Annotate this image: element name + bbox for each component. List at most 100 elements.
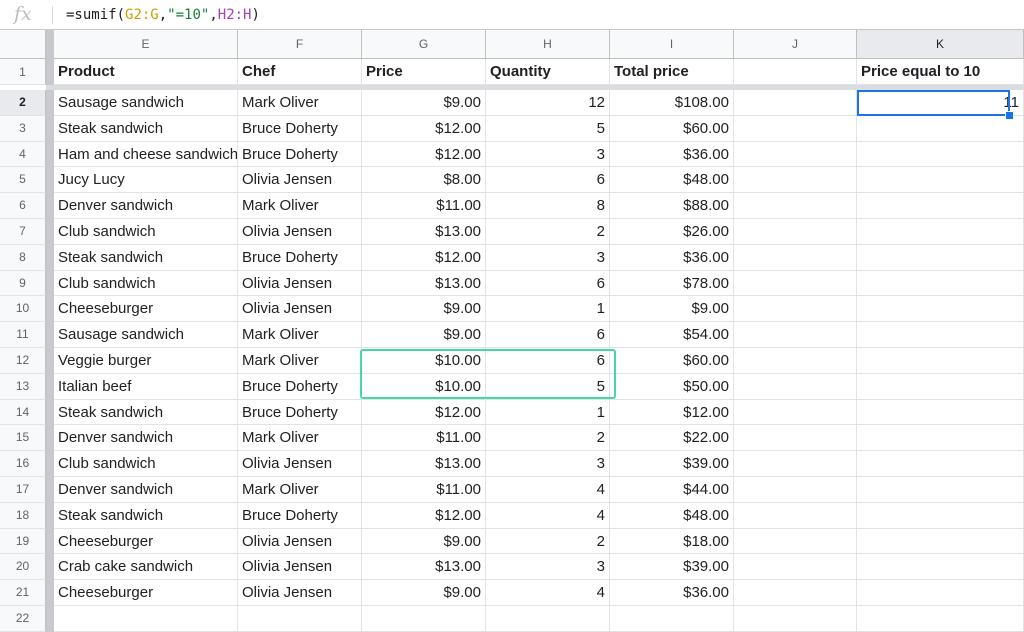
- empty-cell[interactable]: [857, 193, 1024, 219]
- cell-quantity[interactable]: 4: [486, 503, 610, 529]
- cell-price[interactable]: $9.00: [362, 322, 486, 348]
- row-header-14[interactable]: 14: [0, 400, 46, 426]
- cell-product[interactable]: Italian beef: [54, 374, 238, 400]
- cell-chef[interactable]: Olivia Jensen: [238, 167, 362, 193]
- cell-product[interactable]: Cheeseburger: [54, 296, 238, 322]
- cell-product[interactable]: Denver sandwich: [54, 425, 238, 451]
- cell-price[interactable]: $13.00: [362, 554, 486, 580]
- header-cell-total-price[interactable]: Total price: [610, 59, 734, 85]
- cell-total-price[interactable]: $78.00: [610, 271, 734, 297]
- cell-price[interactable]: $12.00: [362, 503, 486, 529]
- column-header-i[interactable]: I: [610, 30, 734, 59]
- cell-product[interactable]: Veggie burger: [54, 348, 238, 374]
- cell-quantity[interactable]: 6: [486, 322, 610, 348]
- empty-cell[interactable]: [857, 348, 1024, 374]
- cell-quantity[interactable]: 3: [486, 142, 610, 168]
- cell-quantity[interactable]: 12: [486, 90, 610, 116]
- cell-chef[interactable]: Mark Oliver: [238, 477, 362, 503]
- empty-cell[interactable]: [734, 245, 857, 271]
- empty-cell[interactable]: [610, 606, 734, 632]
- cell-total-price[interactable]: $39.00: [610, 554, 734, 580]
- empty-cell[interactable]: [857, 400, 1024, 426]
- empty-cell[interactable]: [857, 554, 1024, 580]
- cell-total-price[interactable]: $60.00: [610, 348, 734, 374]
- cell-quantity[interactable]: 1: [486, 400, 610, 426]
- cell-total-price[interactable]: $18.00: [610, 529, 734, 555]
- select-all-corner[interactable]: [0, 30, 46, 59]
- cell-price[interactable]: $12.00: [362, 116, 486, 142]
- empty-cell[interactable]: [857, 580, 1024, 606]
- cell-quantity[interactable]: 8: [486, 193, 610, 219]
- column-header-f[interactable]: F: [238, 30, 362, 59]
- cell-quantity[interactable]: 6: [486, 271, 610, 297]
- row-header-8[interactable]: 8: [0, 245, 46, 271]
- row-header-9[interactable]: 9: [0, 271, 46, 297]
- empty-cell[interactable]: [857, 425, 1024, 451]
- empty-cell[interactable]: [857, 451, 1024, 477]
- cell-product[interactable]: Steak sandwich: [54, 503, 238, 529]
- empty-cell[interactable]: [857, 219, 1024, 245]
- cell-product[interactable]: Steak sandwich: [54, 245, 238, 271]
- empty-cell[interactable]: [734, 219, 857, 245]
- column-header-k[interactable]: K: [857, 30, 1024, 59]
- cell-total-price[interactable]: $60.00: [610, 116, 734, 142]
- formula-input[interactable]: =sumif(G2:G,"=10",H2:H): [66, 6, 260, 24]
- cell-chef[interactable]: Mark Oliver: [238, 322, 362, 348]
- empty-cell[interactable]: [734, 477, 857, 503]
- row-header-18[interactable]: 18: [0, 503, 46, 529]
- header-cell-product[interactable]: Product: [54, 59, 238, 85]
- cell-product[interactable]: Club sandwich: [54, 271, 238, 297]
- cell-total-price[interactable]: $108.00: [610, 90, 734, 116]
- empty-cell[interactable]: [486, 606, 610, 632]
- cell-product[interactable]: Steak sandwich: [54, 116, 238, 142]
- cell-product[interactable]: Sausage sandwich: [54, 90, 238, 116]
- cell-chef[interactable]: Mark Oliver: [238, 193, 362, 219]
- empty-cell[interactable]: [54, 606, 238, 632]
- cell-quantity[interactable]: 2: [486, 219, 610, 245]
- cell-chef[interactable]: Bruce Doherty: [238, 503, 362, 529]
- cell-total-price[interactable]: $12.00: [610, 400, 734, 426]
- cell-quantity[interactable]: 5: [486, 374, 610, 400]
- cell-product[interactable]: Ham and cheese sandwich: [54, 142, 238, 168]
- cell-price[interactable]: $13.00: [362, 271, 486, 297]
- empty-cell[interactable]: [734, 580, 857, 606]
- empty-cell[interactable]: [857, 142, 1024, 168]
- row-header-10[interactable]: 10: [0, 296, 46, 322]
- cell-total-price[interactable]: $88.00: [610, 193, 734, 219]
- cell-chef[interactable]: Olivia Jensen: [238, 529, 362, 555]
- cell-chef[interactable]: Olivia Jensen: [238, 296, 362, 322]
- cell-total-price[interactable]: $39.00: [610, 451, 734, 477]
- row-header-20[interactable]: 20: [0, 554, 46, 580]
- cell-chef[interactable]: Bruce Doherty: [238, 116, 362, 142]
- empty-cell[interactable]: [857, 503, 1024, 529]
- frozen-columns-bar[interactable]: [46, 30, 54, 59]
- row-header-5[interactable]: 5: [0, 167, 46, 193]
- cell-total-price[interactable]: $22.00: [610, 425, 734, 451]
- cell-chef[interactable]: Mark Oliver: [238, 425, 362, 451]
- empty-cell[interactable]: [734, 529, 857, 555]
- row-header-3[interactable]: 3: [0, 116, 46, 142]
- cell-product[interactable]: Cheeseburger: [54, 580, 238, 606]
- header-cell-price-equal-to-10[interactable]: Price equal to 10: [857, 59, 1024, 85]
- cell-price[interactable]: $10.00: [362, 348, 486, 374]
- empty-cell[interactable]: [734, 116, 857, 142]
- empty-cell[interactable]: [734, 193, 857, 219]
- cell-price[interactable]: $9.00: [362, 90, 486, 116]
- cell-product[interactable]: Jucy Lucy: [54, 167, 238, 193]
- cell-total-price[interactable]: $9.00: [610, 296, 734, 322]
- empty-cell[interactable]: [734, 59, 857, 85]
- cell-quantity[interactable]: 3: [486, 245, 610, 271]
- header-cell-quantity[interactable]: Quantity: [486, 59, 610, 85]
- cell-chef[interactable]: Bruce Doherty: [238, 400, 362, 426]
- empty-cell[interactable]: [734, 425, 857, 451]
- empty-cell[interactable]: [857, 167, 1024, 193]
- row-header-2[interactable]: 2: [0, 90, 46, 116]
- empty-cell[interactable]: [857, 529, 1024, 555]
- cell-total-price[interactable]: $44.00: [610, 477, 734, 503]
- row-header-17[interactable]: 17: [0, 477, 46, 503]
- header-cell-price[interactable]: Price: [362, 59, 486, 85]
- cell-price[interactable]: $11.00: [362, 425, 486, 451]
- empty-cell[interactable]: [734, 503, 857, 529]
- row-header-15[interactable]: 15: [0, 425, 46, 451]
- header-cell-chef[interactable]: Chef: [238, 59, 362, 85]
